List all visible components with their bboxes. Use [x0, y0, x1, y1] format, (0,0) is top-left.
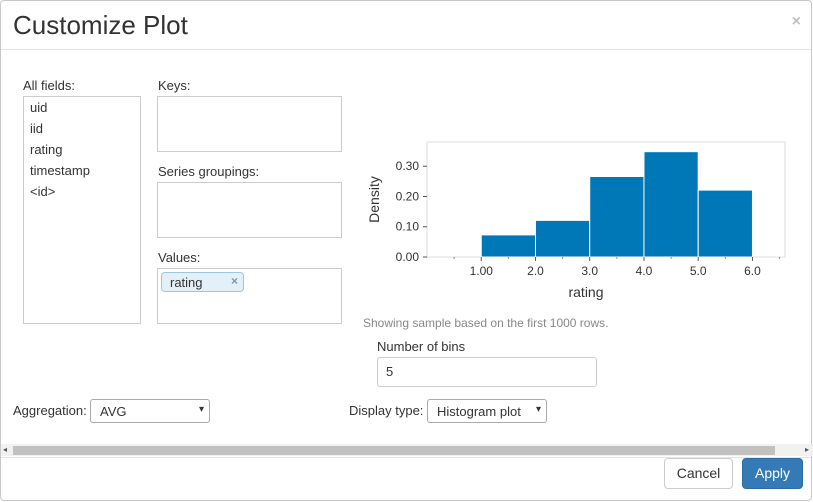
sample-note: Showing sample based on the first 1000 r…	[363, 316, 609, 330]
aggregation-select[interactable]: AVG ▾	[90, 399, 210, 423]
values-dropzone[interactable]: rating ×	[157, 268, 342, 324]
chevron-down-icon: ▾	[535, 404, 541, 415]
display-type-label: Display type:	[349, 403, 424, 418]
x-tick-label: 6.0	[744, 264, 761, 278]
x-tick-label: 2.0	[527, 264, 544, 278]
field-item-id[interactable]: <id>	[30, 184, 55, 199]
y-tick-label: 0.30	[396, 159, 420, 173]
header-divider	[1, 49, 811, 50]
series-groupings-label: Series groupings:	[158, 164, 260, 179]
cancel-button[interactable]: Cancel	[664, 458, 733, 489]
histogram-bar	[534, 219, 591, 258]
number-of-bins-label: Number of bins	[377, 339, 466, 354]
dialog-title: Customize Plot	[13, 10, 188, 40]
field-item-rating[interactable]: rating	[30, 142, 63, 157]
x-tick-label: 1.00	[470, 264, 494, 278]
aggregation-label: Aggregation:	[13, 403, 87, 418]
histogram-bar	[697, 189, 753, 258]
series-groupings-dropzone[interactable]	[157, 182, 342, 238]
scroll-right-icon[interactable]: ▸	[805, 445, 809, 454]
x-axis-label: rating	[568, 284, 603, 300]
number-of-bins-input[interactable]: 5	[377, 357, 597, 387]
aggregation-value: AVG	[100, 404, 127, 419]
display-type-value: Histogram plot	[437, 404, 521, 419]
histogram-bar	[589, 176, 645, 258]
x-tick-label: 5.0	[690, 264, 707, 278]
customize-plot-dialog: Customize Plot × All fields: uid iid rat…	[0, 0, 813, 501]
apply-button[interactable]: Apply	[742, 458, 803, 489]
all-fields-label: All fields:	[23, 78, 76, 93]
y-axis-label: Density	[366, 176, 382, 223]
values-label: Values:	[158, 250, 201, 265]
x-tick-label: 4.0	[636, 264, 653, 278]
y-tick-label: 0.10	[396, 220, 420, 234]
all-fields-list[interactable]: uid iid rating timestamp <id>	[23, 96, 141, 324]
chevron-down-icon: ▾	[198, 404, 204, 415]
keys-label: Keys:	[158, 78, 191, 93]
field-item-uid[interactable]: uid	[30, 100, 47, 115]
y-tick-label: 0.20	[396, 189, 420, 203]
field-item-iid[interactable]: iid	[30, 121, 43, 136]
value-chip-label: rating	[170, 275, 203, 290]
close-icon[interactable]: ×	[792, 13, 801, 31]
x-tick-label: 3.0	[581, 264, 598, 278]
remove-chip-icon[interactable]: ×	[231, 274, 238, 288]
field-item-timestamp[interactable]: timestamp	[30, 163, 90, 178]
value-chip-rating[interactable]: rating ×	[161, 272, 244, 292]
keys-dropzone[interactable]	[157, 96, 342, 152]
histogram-bar	[643, 151, 699, 258]
y-tick-label: 0.00	[396, 250, 420, 264]
scrollbar-thumb[interactable]	[13, 446, 775, 455]
histogram-chart: 0.00 0.10 0.20 0.30 1.00 2.0 3.0 4.0 5.0 6.0 ratin…	[366, 141, 786, 300]
scroll-left-icon[interactable]: ◂	[3, 445, 7, 454]
histogram-bar	[480, 234, 536, 258]
display-type-select[interactable]: Histogram plot ▾	[427, 399, 547, 423]
